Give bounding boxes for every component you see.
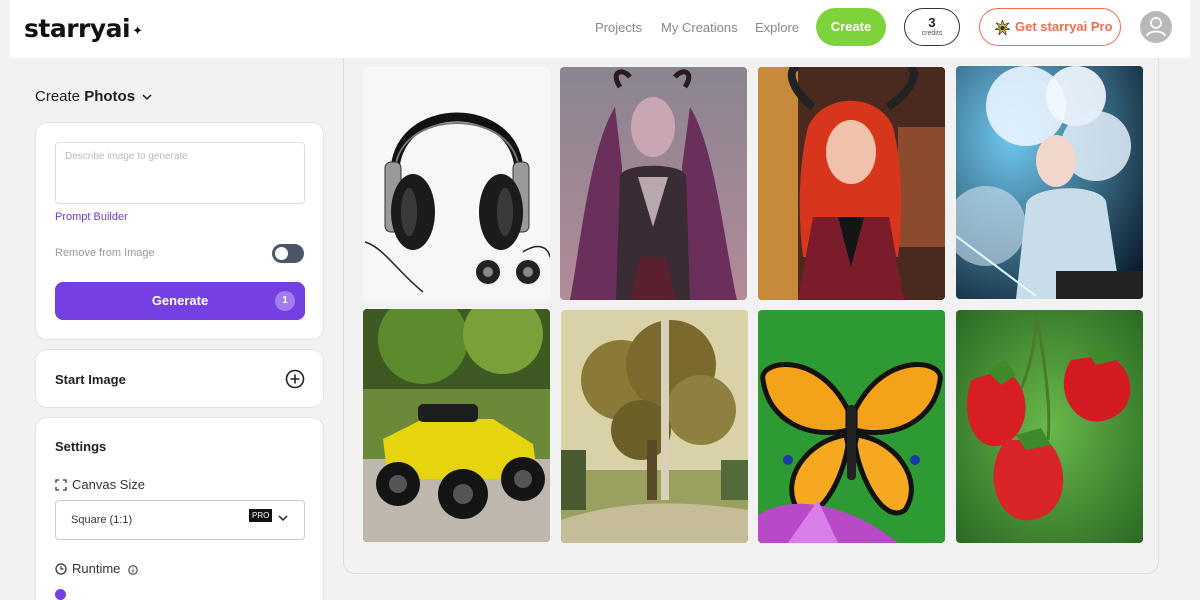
start-image-card[interactable]: Start Image: [35, 349, 324, 408]
get-pro-button[interactable]: Get starryai Pro: [979, 8, 1121, 46]
runtime-row: Runtime: [55, 561, 143, 576]
runtime-radio[interactable]: [55, 589, 66, 600]
headphones-image[interactable]: [363, 67, 550, 300]
tree-landscape-image[interactable]: [561, 310, 748, 543]
canvas-size-label: Canvas Size: [72, 477, 145, 492]
settings-card: Settings Canvas Size Square (1:1) PRO Ru…: [35, 417, 324, 600]
credits-count: 3: [928, 15, 936, 30]
credits-label: credits: [921, 30, 943, 37]
create-button[interactable]: Create: [816, 8, 886, 46]
butterfly-image[interactable]: [758, 310, 945, 543]
info-icon[interactable]: [128, 565, 138, 575]
mode-value: Photos: [84, 88, 136, 105]
starburst-icon: [995, 20, 1010, 35]
prompt-input[interactable]: [55, 142, 305, 204]
prompt-card: Prompt Builder Remove from Image Generat…: [35, 122, 324, 340]
credits-badge[interactable]: 3 credits: [904, 8, 960, 46]
demon-woman-image[interactable]: [560, 67, 747, 300]
start-image-label: Start Image: [55, 372, 126, 387]
chevron-down-icon: [142, 94, 152, 101]
mode-prefix: Create: [35, 88, 81, 105]
generate-label: Generate: [151, 293, 209, 308]
strawberries-image[interactable]: [956, 310, 1143, 543]
prompt-builder-link[interactable]: Prompt Builder: [55, 211, 128, 223]
clock-icon: [55, 563, 67, 575]
red-hair-horned-girl-image[interactable]: [758, 67, 945, 300]
expand-corners-icon: [55, 479, 67, 491]
runtime-label: Runtime: [72, 561, 121, 576]
user-icon: [1146, 17, 1166, 37]
remove-from-image-label: Remove from Image: [55, 247, 155, 259]
nav-projects[interactable]: Projects: [595, 20, 642, 35]
get-pro-label: Get starryai Pro: [1015, 19, 1113, 34]
canvas-size-select[interactable]: Square (1:1) PRO: [55, 500, 305, 540]
add-circle-icon[interactable]: [285, 369, 305, 389]
sidebar: Create Photos Prompt Builder Remove from…: [10, 58, 338, 600]
canvas-size-value: Square (1:1): [71, 514, 133, 526]
generate-count-badge: 1: [275, 291, 295, 311]
remove-from-image-toggle[interactable]: [272, 244, 304, 263]
starryai-logo[interactable]: starryai ✦: [24, 14, 143, 43]
yellow-atv-image[interactable]: [363, 309, 550, 542]
sparkle-icon: ✦: [132, 24, 143, 39]
gallery: [343, 58, 1159, 574]
avatar[interactable]: [1140, 11, 1172, 43]
chevron-down-icon: [278, 515, 288, 522]
white-hair-warrior-image[interactable]: [956, 66, 1143, 299]
nav-my-creations[interactable]: My Creations: [661, 20, 738, 35]
settings-title: Settings: [55, 439, 107, 454]
nav-explore[interactable]: Explore: [755, 20, 799, 35]
pro-badge: PRO: [249, 509, 273, 522]
canvas-size-row: Canvas Size: [55, 477, 145, 492]
toggle-knob: [275, 247, 288, 260]
generate-button[interactable]: Generate 1: [55, 282, 305, 320]
top-header: starryai ✦ Projects My Creations Explore …: [10, 0, 1190, 58]
mode-selector[interactable]: Create Photos: [35, 88, 152, 105]
